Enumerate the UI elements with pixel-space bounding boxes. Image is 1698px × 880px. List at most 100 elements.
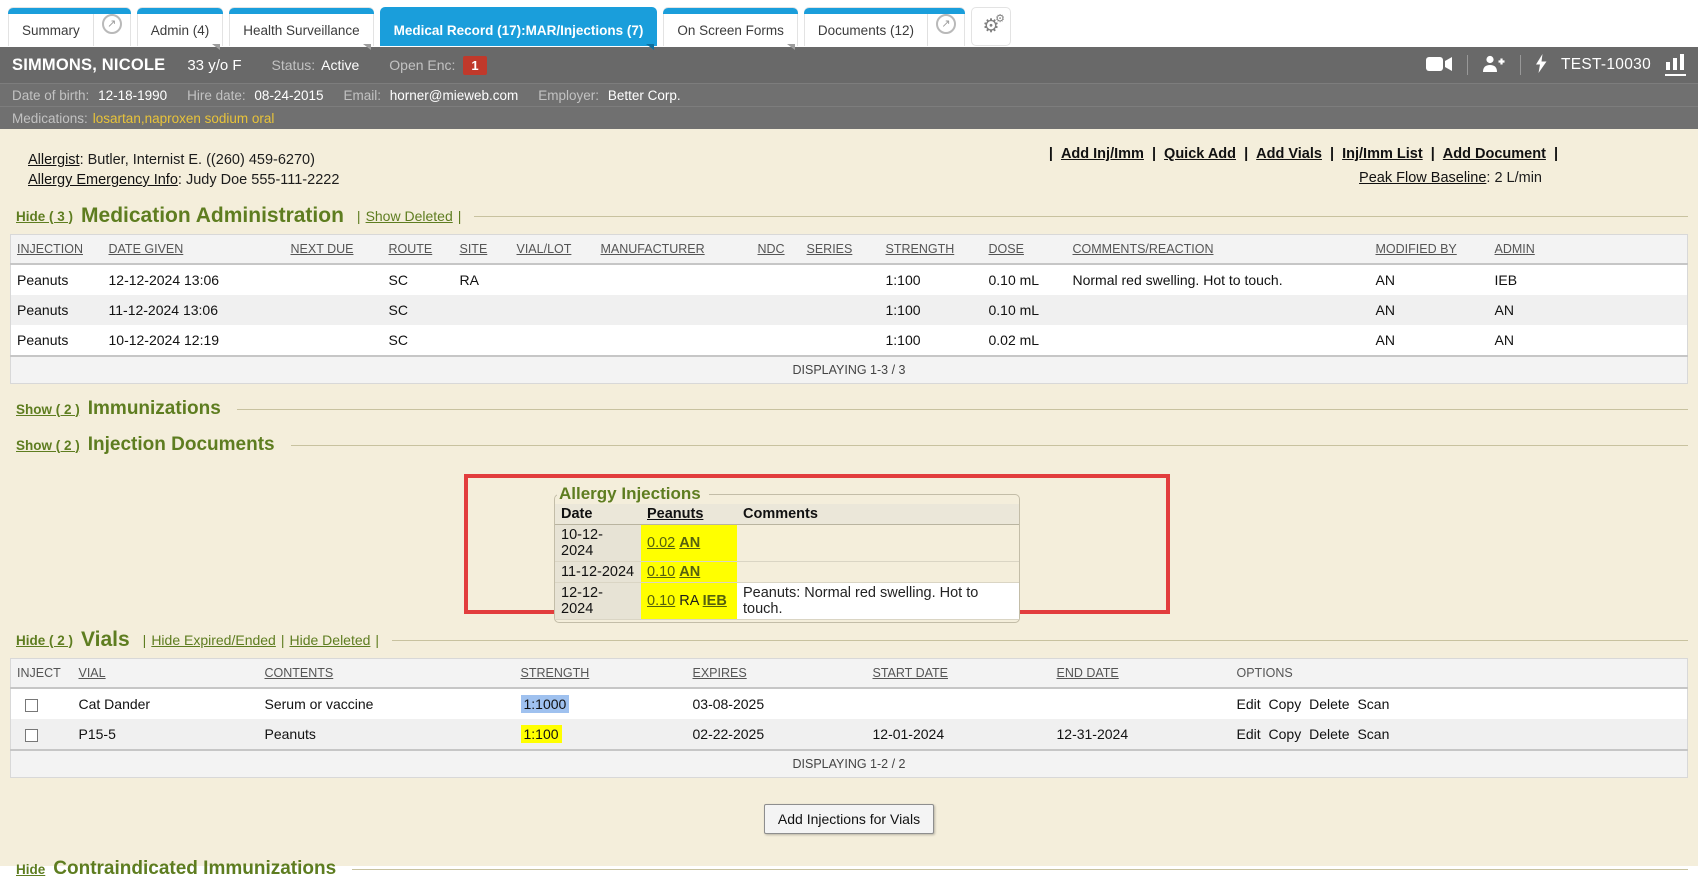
injection-documents-show-toggle[interactable]: Show ( 2 ) xyxy=(16,438,80,453)
allergist-link[interactable]: Allergist xyxy=(28,152,80,168)
delete-link[interactable]: Delete xyxy=(1309,726,1349,742)
dose-link[interactable]: 0.10 xyxy=(647,593,675,609)
col-expires[interactable]: EXPIRES xyxy=(687,659,867,689)
tab-summary-popout[interactable]: ↗ xyxy=(93,8,130,46)
cell-strength: 1:1000 xyxy=(515,688,687,719)
initials-link[interactable]: AN xyxy=(679,535,700,551)
allergy-emergency-link[interactable]: Allergy Emergency Info xyxy=(28,172,178,188)
pipe: | xyxy=(1554,146,1558,162)
cell-comments: Normal red swelling. Hot to touch. xyxy=(1067,264,1370,295)
initials-link[interactable]: AN xyxy=(679,564,700,580)
col-strength[interactable]: STRENGTH xyxy=(880,235,983,265)
col-dose[interactable]: DOSE xyxy=(983,235,1067,265)
copy-link[interactable]: Copy xyxy=(1269,726,1302,742)
col-admin[interactable]: ADMIN xyxy=(1489,235,1688,265)
video-camera-icon[interactable] xyxy=(1426,56,1453,75)
tab-on-screen-forms[interactable]: On Screen Forms xyxy=(663,7,798,46)
initials-link[interactable]: IEB xyxy=(703,593,727,609)
peanuts-column-link[interactable]: Peanuts xyxy=(647,506,703,522)
col-vial[interactable]: VIAL xyxy=(73,659,259,689)
inject-checkbox[interactable] xyxy=(25,729,38,742)
med-admin-header-row: INJECTION DATE GIVEN NEXT DUE ROUTE SITE… xyxy=(11,235,1688,265)
peak-flow-link[interactable]: Peak Flow Baseline xyxy=(1359,170,1486,186)
tab-documents-popout[interactable]: ↗ xyxy=(927,8,964,46)
tab-bar: Summary ↗ Admin (4) Health Surveillance … xyxy=(0,0,1698,47)
col-contents[interactable]: CONTENTS xyxy=(259,659,515,689)
dose-link[interactable]: 0.10 xyxy=(647,564,675,580)
med-admin-displaying: DISPLAYING 1-3 / 3 xyxy=(11,356,1688,384)
scan-link[interactable]: Scan xyxy=(1357,726,1389,742)
quick-add-link[interactable]: Quick Add xyxy=(1164,146,1236,162)
col-vial-lot[interactable]: VIAL/LOT xyxy=(511,235,595,265)
col-start-date[interactable]: START DATE xyxy=(867,659,1051,689)
hide-expired-link[interactable]: Hide Expired/Ended xyxy=(151,632,276,648)
pipe: | xyxy=(1431,146,1435,162)
ai-col-peanuts: Peanuts xyxy=(641,504,737,525)
inject-checkbox[interactable] xyxy=(25,699,38,712)
col-comments[interactable]: COMMENTS/REACTION xyxy=(1067,235,1370,265)
email-group: Email: horner@mieweb.com xyxy=(343,88,518,103)
pipe: | xyxy=(1152,146,1156,162)
medication-link-naproxen[interactable]: naproxen sodium oral xyxy=(145,111,275,126)
cell-dose: 0.02 mL xyxy=(983,325,1067,356)
col-route[interactable]: ROUTE xyxy=(383,235,454,265)
vials-hide-toggle[interactable]: Hide ( 2 ) xyxy=(16,633,73,648)
col-site[interactable]: SITE xyxy=(454,235,511,265)
tab-health-surveillance[interactable]: Health Surveillance xyxy=(229,7,373,46)
cell-options: Edit Copy Delete Scan xyxy=(1231,688,1688,719)
pipe: | xyxy=(357,208,361,224)
pipe: | xyxy=(1049,146,1053,162)
tab-medical-record[interactable]: Medical Record (17):MAR/Injections (7) xyxy=(380,7,658,46)
col-manufacturer[interactable]: MANUFACTURER xyxy=(595,235,752,265)
col-next-due[interactable]: NEXT DUE xyxy=(285,235,383,265)
tab-summary-label: Summary xyxy=(9,23,93,46)
open-enc-badge[interactable]: 1 xyxy=(463,56,486,75)
copy-link[interactable]: Copy xyxy=(1269,696,1302,712)
dob-label: Date of birth: xyxy=(12,88,89,103)
col-end-date[interactable]: END DATE xyxy=(1051,659,1231,689)
cell-strength: 1:100 xyxy=(880,264,983,295)
bar-chart-icon[interactable] xyxy=(1665,54,1686,76)
col-modified-by[interactable]: MODIFIED BY xyxy=(1370,235,1489,265)
cell-manufacturer xyxy=(595,295,752,325)
tab-admin[interactable]: Admin (4) xyxy=(137,7,224,46)
dose-link[interactable]: 0.02 xyxy=(647,535,675,551)
ai-col-comments: Comments xyxy=(737,504,1019,525)
med-admin-hide-toggle[interactable]: Hide ( 3 ) xyxy=(16,209,73,224)
immunizations-show-toggle[interactable]: Show ( 2 ) xyxy=(16,402,80,417)
strength-highlight-blue: 1:1000 xyxy=(521,695,570,713)
delete-link[interactable]: Delete xyxy=(1309,696,1349,712)
col-strength[interactable]: STRENGTH xyxy=(515,659,687,689)
open-enc-label: Open Enc: xyxy=(389,57,455,73)
medication-link-losartan[interactable]: losartan xyxy=(93,111,141,126)
vials-table: INJECT VIAL CONTENTS STRENGTH EXPIRES ST… xyxy=(10,658,1688,778)
tab-documents[interactable]: Documents (12) ↗ xyxy=(804,7,965,46)
edit-link[interactable]: Edit xyxy=(1237,726,1261,742)
hire-date-label: Hire date: xyxy=(187,88,246,103)
add-vials-link[interactable]: Add Vials xyxy=(1256,146,1322,162)
scan-link[interactable]: Scan xyxy=(1357,696,1389,712)
add-inj-imm-link[interactable]: Add Inj/Imm xyxy=(1061,146,1144,162)
lightning-bolt-icon[interactable] xyxy=(1535,54,1547,76)
col-date-given[interactable]: DATE GIVEN xyxy=(103,235,285,265)
cell-expires: 02-22-2025 xyxy=(687,719,867,750)
add-user-icon[interactable] xyxy=(1482,55,1506,75)
settings-gear-button[interactable]: ⚙ ⚙ xyxy=(971,7,1011,46)
hide-deleted-link[interactable]: Hide Deleted xyxy=(289,632,370,648)
col-ndc[interactable]: NDC xyxy=(752,235,801,265)
col-series[interactable]: SERIES xyxy=(801,235,880,265)
divider xyxy=(1467,55,1468,75)
site-text: RA xyxy=(679,593,698,609)
inj-imm-list-link[interactable]: Inj/Imm List xyxy=(1342,146,1423,162)
email-label: Email: xyxy=(343,88,381,103)
contraindicated-hide-toggle[interactable]: Hide xyxy=(16,862,45,877)
contraindicated-section-header: Hide Contraindicated Immunizations xyxy=(16,858,1688,880)
cell-next-due xyxy=(285,325,383,356)
col-injection[interactable]: INJECTION xyxy=(11,235,103,265)
show-deleted-link[interactable]: Show Deleted xyxy=(366,208,453,224)
edit-link[interactable]: Edit xyxy=(1237,696,1261,712)
tab-summary[interactable]: Summary ↗ xyxy=(8,7,131,46)
add-document-link[interactable]: Add Document xyxy=(1443,146,1546,162)
ai-date: 10-12-2024 xyxy=(555,525,641,562)
add-injections-for-vials-button[interactable]: Add Injections for Vials xyxy=(764,804,934,834)
